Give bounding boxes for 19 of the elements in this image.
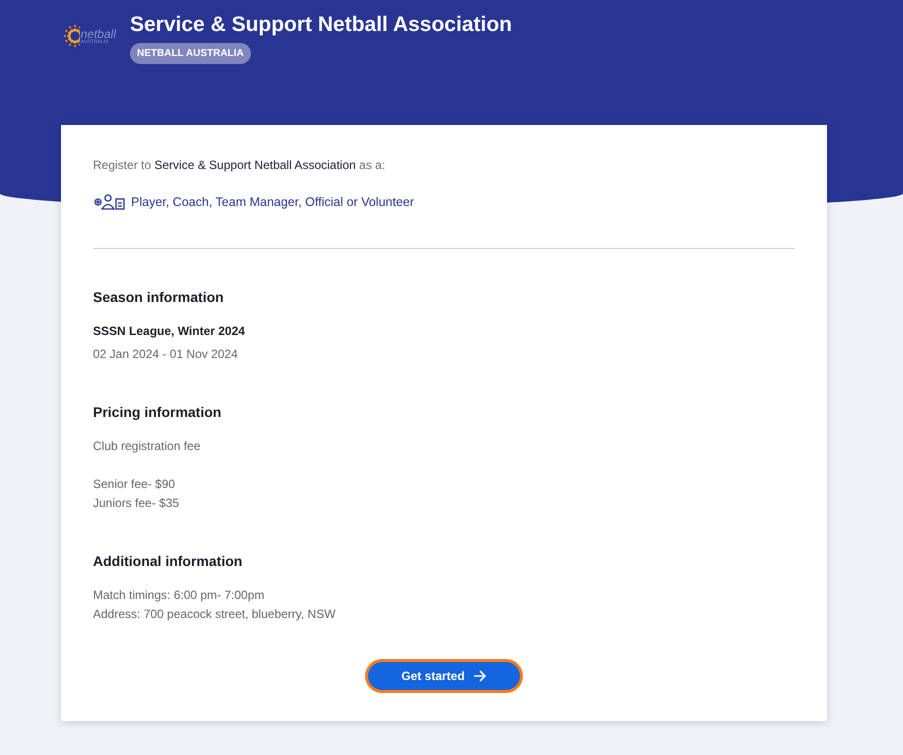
info-text: Juniors fee- $35 (93, 495, 180, 512)
info-text: Club registration fee (93, 438, 202, 455)
register-sentence: Register to Service & Support Netball Association as a: (93, 158, 386, 172)
people-roles-icon (93, 194, 126, 210)
section-heading: Pricing information (93, 404, 222, 420)
page-title: Service & Support Netball Association (130, 12, 512, 37)
arrow-right-icon (472, 670, 487, 682)
info-text: Address: 700 peacock street, blueberry, NSW (93, 606, 337, 623)
section-heading: Season information (93, 289, 225, 305)
get-started-button[interactable]: Get started (368, 662, 520, 690)
info-text: Senior fee- $90 (93, 476, 176, 493)
logo-word: netball (80, 28, 116, 40)
sun-dots-icon (62, 23, 80, 49)
roles-link[interactable]: Player, Coach, Team Manager, Official or Volunteer (131, 195, 414, 209)
info-text: 02 Jan 2024 - 01 Nov 2024 (93, 346, 239, 363)
organisation-badge: NETBALL AUSTRALIA (130, 43, 251, 64)
info-text: Match timings: 6:00 pm- 7:00pm (93, 587, 266, 604)
section-heading: Additional information (93, 553, 244, 569)
season-name: SSSN League, Winter 2024 (93, 323, 246, 340)
